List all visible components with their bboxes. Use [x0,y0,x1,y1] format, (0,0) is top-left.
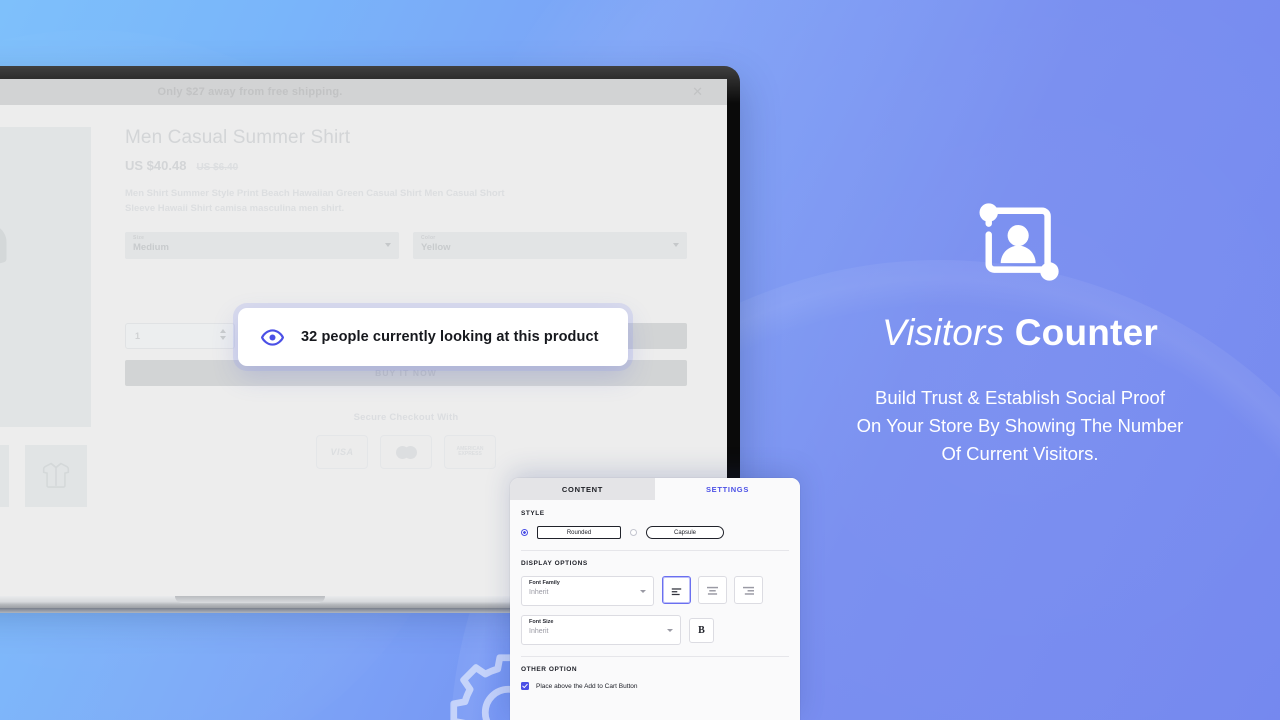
product-price: US $40.48 [125,158,187,173]
shirt-placeholder-icon [42,462,70,488]
other-section-heading: OTHER OPTION [521,666,578,673]
payment-icons: VISA AMERICAN EXPRESS [125,435,687,470]
tagline-line-2: On Your Store By Showing The Number [856,415,1184,437]
panel-body: STYLE Rounded Capsule DISPLAY OPTIONS Fo… [510,500,800,720]
font-size-row: Font Size Inherit B [521,615,789,645]
align-right-button[interactable] [734,576,763,604]
quantity-stepper[interactable]: 1 [125,323,235,350]
secure-checkout: Secure Checkout With VISA AMERICAN EXPRE… [125,412,687,470]
bold-button[interactable]: B [689,617,714,643]
product-page: Men Casual Summer Shirt US $40.48 US $6.… [0,105,727,507]
product-thumbnails [0,445,93,507]
price-row: US $40.48 US $6.40 [125,158,687,173]
stepper-arrows-icon[interactable] [220,329,226,341]
laptop-hinge-notch [175,596,325,603]
brand-title-visitors: Visitors [882,312,1005,353]
chevron-down-icon [640,590,646,593]
eye-icon [260,328,285,346]
alignment-buttons [662,576,763,604]
font-family-row: Font Family Inherit [521,576,789,606]
brand-title-counter: Counter [1014,312,1158,353]
brand-column: Visitors Counter Build Trust & Establish… [760,0,1280,720]
divider [521,550,789,551]
radio-rounded[interactable] [521,529,528,536]
align-right-icon [743,586,754,595]
shirt-placeholder-icon [0,228,7,264]
align-left-button[interactable] [662,576,691,604]
style-options: Rounded Capsule [521,526,789,539]
product-main-image[interactable] [0,127,91,427]
tagline-line-3: Of Current Visitors. [941,443,1099,465]
font-size-label: Font Size [529,619,554,625]
amex-icon: AMERICAN EXPRESS [444,435,496,470]
radio-capsule[interactable] [630,529,637,536]
align-center-icon [707,586,718,595]
quantity-value: 1 [135,331,141,342]
chevron-down-icon [385,243,391,248]
tab-content[interactable]: CONTENT [510,478,655,500]
chevron-down-icon [673,243,679,248]
color-value: Yellow [421,242,451,254]
style-section-heading: STYLE [521,510,545,517]
style-option-capsule[interactable]: Capsule [646,526,724,539]
brand-title: Visitors Counter [882,312,1158,354]
secure-checkout-label: Secure Checkout With [353,412,459,424]
align-center-button[interactable] [698,576,727,604]
font-family-value: Inherit [529,589,549,596]
size-value: Medium [133,242,169,254]
font-size-select[interactable]: Font Size Inherit [521,615,681,645]
tagline-line-1: Build Trust & Establish Social Proof [875,387,1165,408]
announcement-text: Only $27 away from free shipping. [157,86,343,98]
product-gallery [0,127,93,507]
align-left-icon [671,588,682,596]
visitor-counter-message: 32 people currently looking at this prod… [301,329,599,345]
check-icon [522,683,528,689]
visitor-frame-person-icon [979,203,1059,281]
font-family-select[interactable]: Font Family Inherit [521,576,654,606]
promo-banner-stage: Only $27 away from free shipping. ✕ Men … [0,0,1280,720]
store-announcement-bar: Only $27 away from free shipping. ✕ [0,79,727,105]
display-section-heading: DISPLAY OPTIONS [521,560,588,567]
widget-settings-panel: CONTENT SETTINGS STYLE Rounded Capsule D… [510,478,800,720]
size-select[interactable]: Size Medium [125,232,399,260]
product-thumbnail[interactable] [0,445,9,507]
style-option-rounded[interactable]: Rounded [537,526,621,539]
place-above-cart-label: Place above the Add to Cart Button [536,682,638,690]
tab-settings[interactable]: SETTINGS [655,478,800,500]
close-icon[interactable]: ✕ [692,84,703,100]
checkbox-place-above-cart[interactable] [521,682,529,690]
brand-tagline: Build Trust & Establish Social Proof On … [857,384,1184,468]
font-family-label: Font Family [529,580,560,586]
product-compare-price: US $6.40 [196,162,239,173]
product-description: Men Shirt Summer Style Print Beach Hawai… [125,188,505,214]
variant-selectors: Size Medium Color Yellow [125,232,687,260]
size-label: Size [133,235,145,242]
divider [521,656,789,657]
product-title: Men Casual Summer Shirt [125,127,351,148]
product-thumbnail[interactable] [25,445,87,507]
color-select[interactable]: Color Yellow [413,232,687,260]
visitor-counter-card: 32 people currently looking at this prod… [238,308,628,366]
panel-tabs: CONTENT SETTINGS [510,478,800,500]
color-label: Color [421,235,436,242]
font-size-value: Inherit [529,628,549,635]
chevron-down-icon [667,629,673,632]
visa-icon: VISA [316,435,368,470]
place-above-cart-row[interactable]: Place above the Add to Cart Button [521,682,789,690]
mastercard-icon [380,435,432,470]
